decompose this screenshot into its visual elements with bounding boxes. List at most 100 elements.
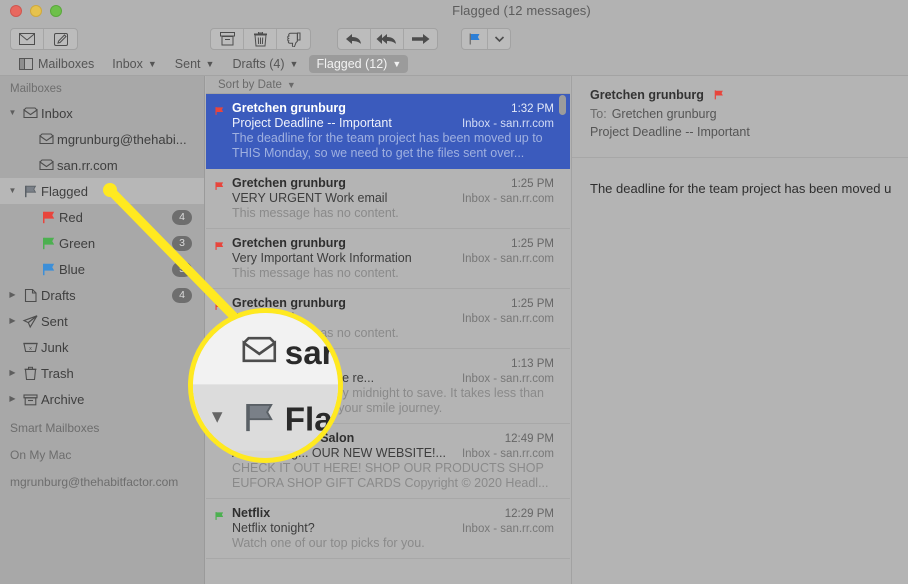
sidebar-item-blue[interactable]: ▶Blue5 xyxy=(0,256,204,282)
message-row-header: Netflix 12:29 PM xyxy=(232,506,554,520)
sidebar-item-label: Sent xyxy=(41,313,68,329)
sidebar-item-san-rr-com[interactable]: ▶san.rr.com xyxy=(0,152,204,178)
message-subject: Project Deadline -- Important xyxy=(232,116,392,130)
mailboxes-toggle[interactable]: Mailboxes xyxy=(12,55,101,73)
reply-all-arrow-icon xyxy=(376,34,396,44)
flag-red-icon xyxy=(214,104,225,122)
junk-button[interactable] xyxy=(277,29,310,49)
disclosure-open-icon[interactable]: ▼ xyxy=(6,187,19,195)
preview-from: Gretchen grunburg xyxy=(590,88,704,102)
message-time: 1:13 PM xyxy=(511,358,554,370)
get-mail-button[interactable] xyxy=(11,29,44,49)
chevron-down-icon: ▼ xyxy=(286,80,296,90)
envelope-icon xyxy=(19,33,35,45)
message-sender: Netflix xyxy=(232,506,271,520)
sent-icon xyxy=(19,314,41,329)
flag-red-icon xyxy=(214,179,225,197)
message-time: 1:25 PM xyxy=(511,238,554,250)
callout-row-label: san.rr.com xyxy=(284,332,342,371)
preview-from-row: Gretchen grunburg xyxy=(590,88,908,102)
title-bar: Flagged (12 messages) xyxy=(0,0,908,26)
message-sender: Gretchen grunburg xyxy=(232,236,346,250)
message-preview-text: CHECK IT OUT HERE! SHOP OUR PRODUCTS SHO… xyxy=(232,461,549,490)
preview-to-row: To: Gretchen grunburg xyxy=(590,107,908,121)
toolbar-group-flag xyxy=(461,28,511,50)
sidebar-item-drafts[interactable]: ▶ Drafts 4 xyxy=(0,282,204,308)
drafts-icon xyxy=(24,288,37,302)
message-preview-text: The deadline for the team project has be… xyxy=(232,131,543,160)
flag-menu-button[interactable] xyxy=(488,29,510,49)
flag-green-icon xyxy=(42,237,54,249)
reply-arrow-icon xyxy=(346,34,361,44)
sidebar-section-smart-mailboxes[interactable]: Smart Mailboxes xyxy=(0,412,204,439)
message-mailbox: Inbox - san.rr.com xyxy=(461,448,554,460)
message-sender: Gretchen grunburg xyxy=(232,101,346,115)
disclosure-closed-icon[interactable]: ▶ xyxy=(6,291,19,299)
disclosure-closed-icon[interactable]: ▶ xyxy=(6,369,19,377)
forward-arrow-icon xyxy=(411,34,429,44)
sort-bar[interactable]: Sort by Date ▼ xyxy=(206,76,570,94)
disclosure-open-icon[interactable]: ▼ xyxy=(6,109,19,117)
message-preview-text: This message has no content. xyxy=(232,206,399,220)
sort-label: Sort by Date xyxy=(218,78,282,91)
sidebar-item-inbox[interactable]: ▼ Inbox xyxy=(0,100,204,126)
fav-inbox[interactable]: Inbox ▼ xyxy=(105,55,164,73)
sidebar-section-on-my-mac[interactable]: On My Mac xyxy=(0,439,204,466)
message-time: 12:49 PM xyxy=(504,433,554,445)
disclosure-closed-icon[interactable]: ▶ xyxy=(6,317,19,325)
message-row[interactable]: Gretchen grunburg 1:25 PM Very Important W… xyxy=(206,229,570,289)
sidebar-section-mgrunburg-thehabitfactor-com[interactable]: mgrunburg@thehabitfactor.com xyxy=(0,466,204,493)
fav-drafts[interactable]: Drafts (4) ▼ xyxy=(225,55,305,73)
sidebar-item-red[interactable]: ▶Red4 xyxy=(0,204,204,230)
scrollbar-thumb[interactable] xyxy=(559,95,566,115)
inbox-icon xyxy=(19,106,41,121)
sent-icon xyxy=(22,314,37,328)
flag-gray-icon xyxy=(231,400,285,436)
sidebar-item-mgrunburg-thehabi[interactable]: ▶mgrunburg@thehabi... xyxy=(0,126,204,152)
fav-sent[interactable]: Sent ▼ xyxy=(168,55,222,73)
message-row-header: Gretchen grunburg 1:25 PM xyxy=(232,296,554,310)
message-row-subject-line: VERY URGENT Work email Inbox - san.rr.com xyxy=(232,191,554,205)
message-mailbox: Inbox - san.rr.com xyxy=(461,193,554,205)
message-sender: Gretchen grunburg xyxy=(232,176,346,190)
inbox-icon xyxy=(38,132,54,144)
message-row-subject-line: Netflix tonight? Inbox - san.rr.com xyxy=(232,521,554,535)
sidebar-item-archive[interactable]: ▶ Archive xyxy=(0,386,204,412)
message-row[interactable]: Netflix 12:29 PM Netflix tonight? Inbox - s… xyxy=(206,499,570,559)
fav-flagged[interactable]: Flagged (12) ▼ xyxy=(309,54,409,73)
toolbar xyxy=(0,26,908,52)
disclosure-closed-icon[interactable]: ▶ xyxy=(6,395,19,403)
forward-button[interactable] xyxy=(404,29,437,49)
drafts-icon xyxy=(19,288,41,303)
archive-button[interactable] xyxy=(211,29,244,49)
sidebar-item-green[interactable]: ▶Green3 xyxy=(0,230,204,256)
sidebar-item-flagged[interactable]: ▼ Flagged xyxy=(0,178,204,204)
message-mailbox: Inbox - san.rr.com xyxy=(461,118,554,130)
sidebar-item-badge: 3 xyxy=(172,235,192,251)
message-row-header: Gretchen grunburg 1:32 PM xyxy=(232,101,554,115)
compose-button[interactable] xyxy=(44,29,77,49)
flag-button[interactable] xyxy=(462,29,488,49)
sidebar-item-trash[interactable]: ▶ Trash xyxy=(0,360,204,386)
mail-window: Flagged (12 messages) Mailboxes Inbox ▼ … xyxy=(0,0,908,584)
reply-button[interactable] xyxy=(338,29,371,49)
message-subject: Very Important Work Information xyxy=(232,251,412,265)
sidebar-item-badge: 4 xyxy=(172,287,192,303)
flag-green-icon xyxy=(37,236,59,251)
message-preview-text: Watch one of our top picks for you. xyxy=(232,536,425,550)
reply-all-button[interactable] xyxy=(371,29,404,49)
message-mailbox: Inbox - san.rr.com xyxy=(461,373,554,385)
message-row[interactable]: Gretchen grunburg 1:32 PM Project Deadline… xyxy=(206,94,570,169)
chevron-down-icon: ▼ xyxy=(289,59,299,69)
delete-button[interactable] xyxy=(244,29,277,49)
sidebar-item-sent[interactable]: ▶ Sent xyxy=(0,308,204,334)
message-row[interactable]: Gretchen grunburg 1:25 PM VERY URGENT Work… xyxy=(206,169,570,229)
message-list-scrollbar[interactable] xyxy=(558,95,567,584)
fav-flagged-label: Flagged (12) xyxy=(316,56,388,71)
trash-icon xyxy=(253,31,267,46)
sidebar[interactable]: Mailboxes ▼Inbox▶mgrunburg@thehabi...▶sa… xyxy=(0,76,205,584)
sidebar-item-junk[interactable]: ▶xJunk xyxy=(0,334,204,360)
preview-header: Gretchen grunburg To: Gretchen grunburg P… xyxy=(572,76,908,149)
flag-red-icon xyxy=(214,239,225,257)
message-mailbox: Inbox - san.rr.com xyxy=(461,523,554,535)
